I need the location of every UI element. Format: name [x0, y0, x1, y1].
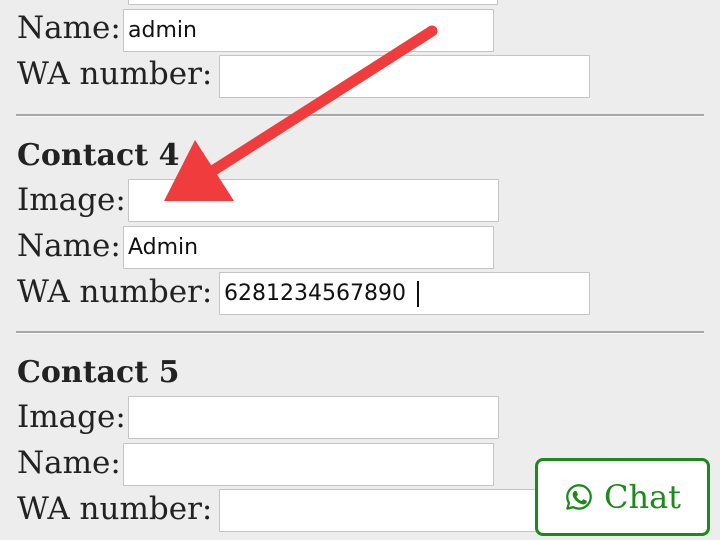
contact-4-wa-field[interactable]: [219, 272, 590, 315]
contact-3-wa-field[interactable]: [219, 55, 590, 98]
contact-3-wa-label: WA number:: [17, 56, 213, 92]
contact-4-name-field[interactable]: [123, 226, 494, 269]
contact-4-wa-label: WA number:: [17, 274, 213, 310]
contact-4-image-label: Image:: [17, 182, 126, 218]
whatsapp-icon: [566, 484, 592, 510]
contact-3-image-field[interactable]: [128, 0, 498, 5]
contact-5-image-field[interactable]: [128, 396, 499, 439]
contact-4-image-field[interactable]: [128, 179, 499, 222]
contact-3-name-field[interactable]: [123, 9, 494, 52]
contact-5-name-label: Name:: [17, 445, 121, 481]
contact-5-name-field[interactable]: [123, 443, 494, 486]
section-divider: [16, 331, 704, 334]
chat-button-label: Chat: [603, 478, 682, 516]
contact-4-name-label: Name:: [17, 228, 121, 264]
whatsapp-chat-button[interactable]: Chat: [535, 458, 710, 536]
contact-5-image-label: Image:: [17, 399, 126, 435]
contact-5-wa-label: WA number:: [17, 491, 213, 527]
contact-5-heading: Contact 5: [17, 355, 180, 390]
contact-3-name-label: Name:: [17, 10, 121, 46]
section-divider: [16, 114, 704, 117]
contact-4-heading: Contact 4: [17, 138, 180, 173]
text-cursor: [417, 281, 419, 307]
